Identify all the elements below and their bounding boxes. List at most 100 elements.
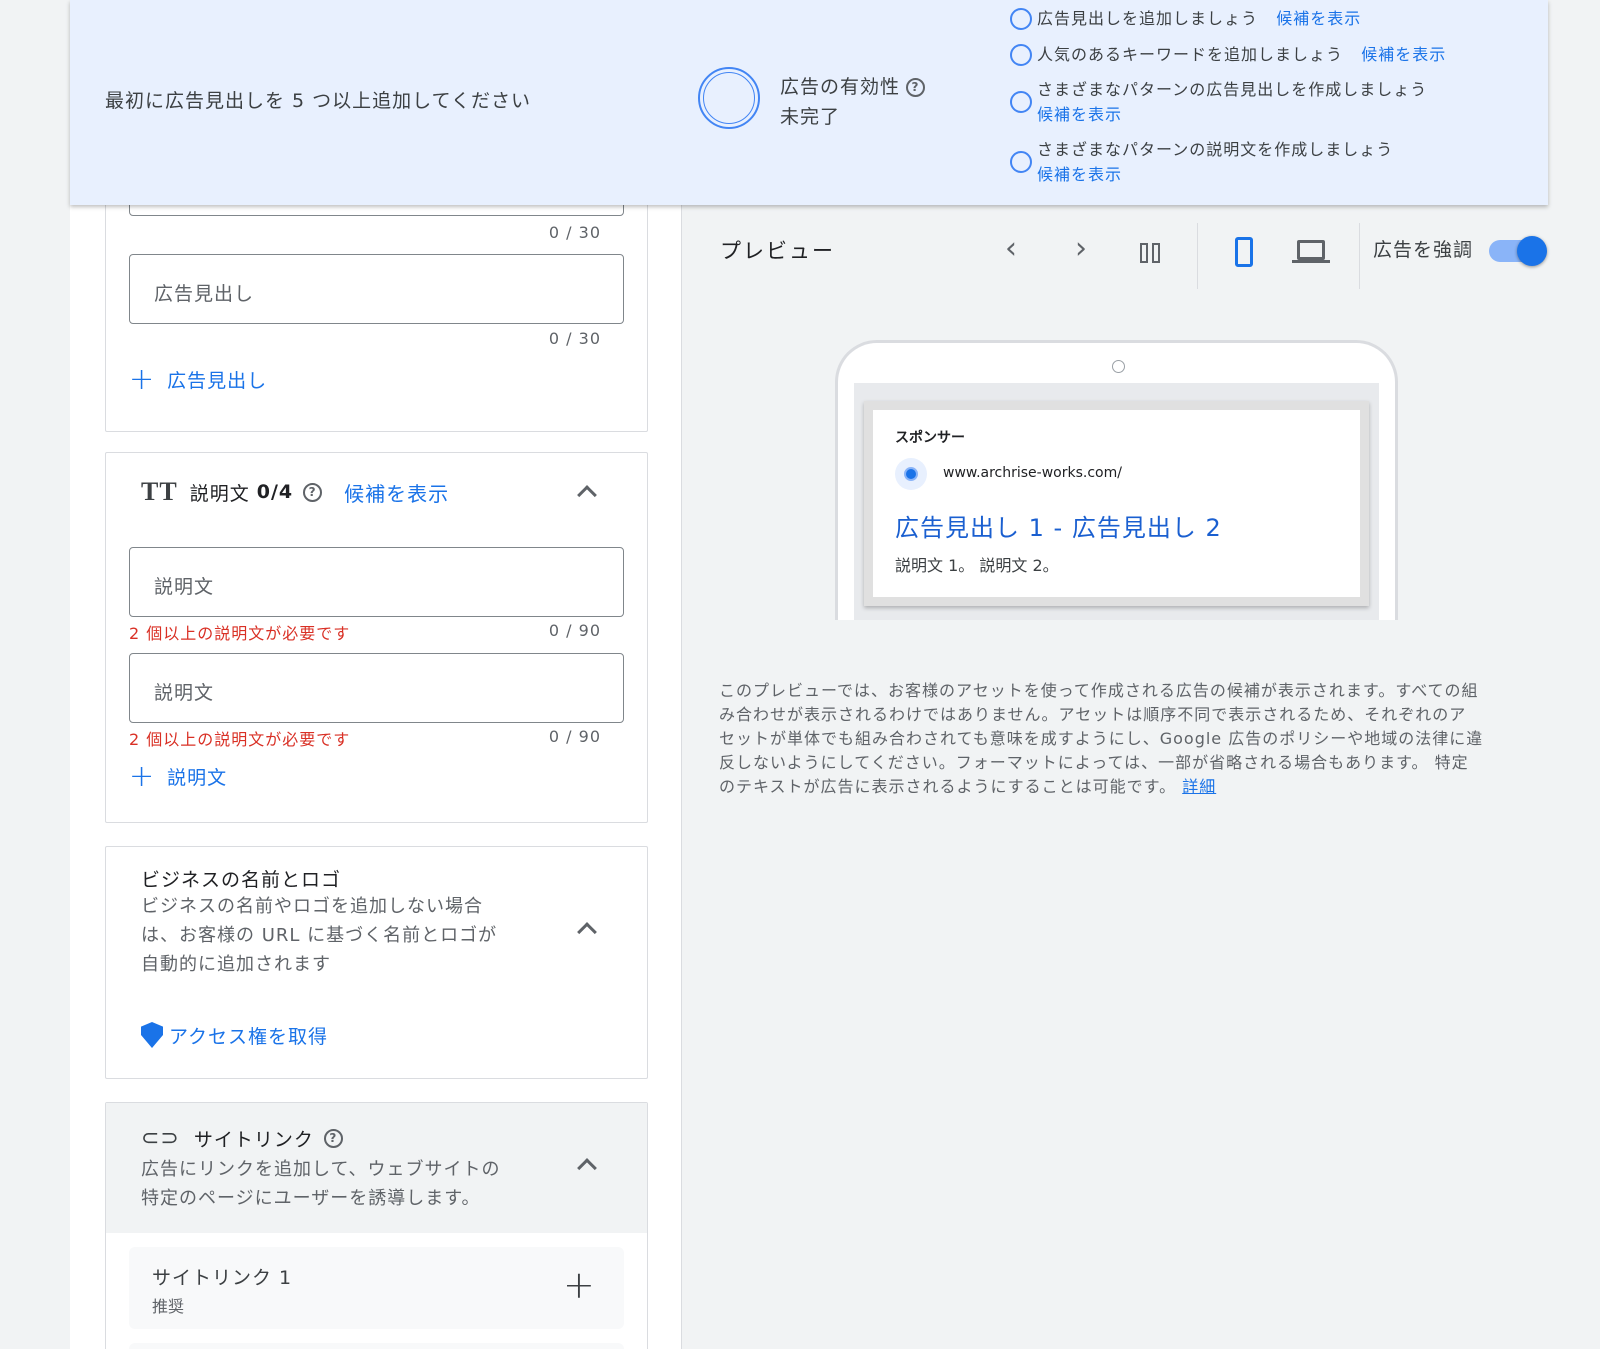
input-placeholder: 説明文 (154, 576, 215, 598)
phone-frame: スポンサー www.archrise-works.com/ 広告見出し 1 - … (835, 340, 1398, 620)
char-counter: 0 / 90 (548, 727, 601, 746)
ad-strength-title: 広告の有効性? (780, 72, 926, 99)
preview-disclaimer: このプレビューでは、お客様のアセットを使って作成される広告の候補が表示されます。… (719, 679, 1519, 799)
tip-suggest-link[interactable]: 候補を表示 (1037, 162, 1393, 187)
mobile-icon[interactable] (1235, 237, 1253, 267)
tip-text: さまざまなパターンの説明文を作成しましょう (1037, 140, 1394, 159)
sitelink-item[interactable] (129, 1343, 624, 1349)
descriptions-title: 説明文 (189, 482, 250, 505)
char-counter: 0 / 90 (548, 621, 601, 640)
input-placeholder: 説明文 (154, 682, 215, 704)
headlines-section: 0 / 30 広告見出し 0 / 30 + 広告見出し (105, 156, 648, 432)
ad-headline: 広告見出し 1 - 広告見出し 2 (895, 514, 1222, 542)
help-icon[interactable]: ? (303, 482, 323, 502)
radio-icon (1010, 91, 1032, 113)
phone-screen: スポンサー www.archrise-works.com/ 広告見出し 1 - … (854, 383, 1379, 620)
char-counter: 0 / 30 (548, 329, 601, 348)
split-view-icon[interactable] (1140, 243, 1148, 263)
error-message: 2 個以上の説明文が必要です (129, 624, 351, 643)
business-description: ビジネスの名前やロゴを追加しない場合 は、お客様の URL に基づく名前とロゴが… (141, 892, 497, 979)
ad-sponsored-label: スポンサー (895, 430, 965, 446)
page-margin-right (1548, 0, 1600, 1349)
asset-editor-column: 0 / 30 広告見出し 0 / 30 + 広告見出し TT 説明文 0/4 ? … (70, 156, 682, 1349)
desktop-icon[interactable] (1297, 240, 1325, 260)
page-margin-left (0, 0, 70, 1349)
note-line: のテキストが広告に表示されるようにすることは可能です。 (719, 777, 1177, 796)
tip-suggest-link[interactable]: 候補を表示 (1276, 9, 1361, 28)
business-section: ビジネスの名前とロゴ ビジネスの名前やロゴを追加しない場合 は、お客様の URL… (105, 846, 648, 1079)
split-view-icon-half (1152, 243, 1160, 263)
get-access-link[interactable]: アクセス権を取得 (141, 1022, 328, 1049)
chevron-up-icon[interactable] (577, 1158, 597, 1178)
help-icon[interactable]: ? (906, 78, 926, 97)
sitelinks-title-row: ⊂⊃ サイトリンク ? (141, 1125, 343, 1152)
tip-text: 広告見出しを追加しましょう (1037, 9, 1259, 28)
tip-item: 人気のあるキーワードを追加しましょう 候補を表示 (1010, 42, 1446, 67)
headline-input[interactable]: 広告見出し (129, 254, 624, 324)
chevron-up-icon[interactable] (577, 922, 597, 942)
desc-line: ビジネスの名前やロゴを追加しない場合 (141, 896, 483, 917)
sitelink-item[interactable]: サイトリンク 1 推奨 + (129, 1247, 624, 1329)
plus-icon: + (129, 758, 156, 794)
desc-line: 特定のページにユーザーを誘導します。 (141, 1188, 481, 1209)
ad-strength-label: 広告の有効性 (780, 76, 901, 98)
desc-line: 自動的に追加されます (141, 954, 331, 975)
desktop-icon-base (1292, 260, 1330, 263)
help-icon[interactable]: ? (323, 1129, 343, 1148)
get-access-label: アクセス権を取得 (169, 1026, 329, 1048)
tip-item: さまざまなパターンの広告見出しを作成しましょう 候補を表示 (1010, 77, 1427, 127)
ad-strength-status: 未完了 (780, 106, 841, 128)
char-counter: 0 / 30 (548, 223, 601, 242)
add-description-button[interactable]: + 説明文 (129, 758, 227, 794)
chevron-up-icon[interactable] (577, 485, 597, 505)
details-link[interactable]: 詳細 (1182, 777, 1216, 796)
chevron-left-icon[interactable]: ‹ (1005, 231, 1017, 266)
chevron-right-icon[interactable]: › (1075, 231, 1087, 266)
radio-icon (1010, 44, 1032, 66)
tip-item: さまざまなパターンの説明文を作成しましょう 候補を表示 (1010, 137, 1394, 187)
preview-title: プレビュー (720, 239, 835, 263)
tip-text: 人気のあるキーワードを追加しましょう (1037, 45, 1344, 64)
note-line-last: のテキストが広告に表示されるようにすることは可能です。 詳細 (719, 775, 1519, 799)
note-line: み合わせが表示されるわけではありません。アセットは順序不同で表示されるため、それ… (719, 705, 1467, 724)
description-input[interactable]: 説明文 (129, 547, 624, 617)
radio-icon (1010, 151, 1032, 173)
sitelink-recommended: 推奨 (152, 1297, 185, 1316)
add-headline-label: 広告見出し (167, 370, 268, 392)
descriptions-header: TT 説明文 0/4 ? 候補を表示 (141, 477, 449, 507)
toggle-thumb[interactable] (1517, 236, 1547, 266)
preview-toolbar: プレビュー ‹ › 広告を強調 (683, 205, 1548, 299)
add-icon[interactable]: + (563, 1265, 595, 1305)
note-line: 反しないようにしてください。フォーマットによっては、一部が省略される場合もありま… (719, 753, 1469, 772)
desc-line: は、お客様の URL に基づく名前とロゴが (141, 925, 498, 946)
preview-column: プレビュー ‹ › 広告を強調 スポンサー www.archrise-works… (683, 205, 1548, 1349)
error-message: 2 個以上の説明文が必要です (129, 730, 351, 749)
sitelinks-description: 広告にリンクを追加して、ウェブサイトの 特定のページにユーザーを誘導します。 (141, 1155, 501, 1213)
ad-strength-ring (698, 67, 760, 129)
sitelinks-section: ⊂⊃ サイトリンク ? 広告にリンクを追加して、ウェブサイトの 特定のページにユ… (105, 1102, 648, 1349)
sitelinks-title: サイトリンク (193, 1129, 314, 1151)
tip-suggest-link[interactable]: 候補を表示 (1361, 45, 1446, 64)
divider (1197, 223, 1198, 289)
sitelinks-header[interactable]: ⊂⊃ サイトリンク ? 広告にリンクを追加して、ウェブサイトの 特定のページにユ… (106, 1103, 647, 1233)
input-placeholder: 広告見出し (154, 283, 255, 305)
descriptions-count: 0/4 (256, 481, 294, 503)
banner-message: 最初に広告見出しを 5 つ以上追加してください (105, 90, 532, 112)
ad-display-url: www.archrise-works.com/ (943, 465, 1122, 481)
note-line: セットが単体でも組み合わされても意味を成すようにし、Google 広告のポリシー… (719, 729, 1484, 748)
plus-icon: + (129, 361, 156, 397)
ad-strength-banner: 最初に広告見出しを 5 つ以上追加してください 広告の有効性? 未完了 広告見出… (70, 0, 1548, 205)
radio-icon (1010, 8, 1032, 30)
desc-line: 広告にリンクを追加して、ウェブサイトの (141, 1159, 501, 1180)
ad-preview-card: スポンサー www.archrise-works.com/ 広告見出し 1 - … (864, 401, 1369, 606)
note-line: このプレビューでは、お客様のアセットを使って作成される広告の候補が表示されます。… (719, 681, 1479, 700)
sitelink-title: サイトリンク 1 (152, 1267, 293, 1289)
tip-suggest-link[interactable]: 候補を表示 (1037, 102, 1427, 127)
divider (1359, 223, 1360, 289)
description-input[interactable]: 説明文 (129, 653, 624, 723)
business-title: ビジネスの名前とロゴ (141, 869, 342, 891)
descriptions-suggest-link[interactable]: 候補を表示 (344, 478, 449, 507)
tip-item: 広告見出しを追加しましょう 候補を表示 (1010, 6, 1361, 31)
add-headline-button[interactable]: + 広告見出し (129, 361, 268, 397)
globe-icon (895, 458, 927, 490)
